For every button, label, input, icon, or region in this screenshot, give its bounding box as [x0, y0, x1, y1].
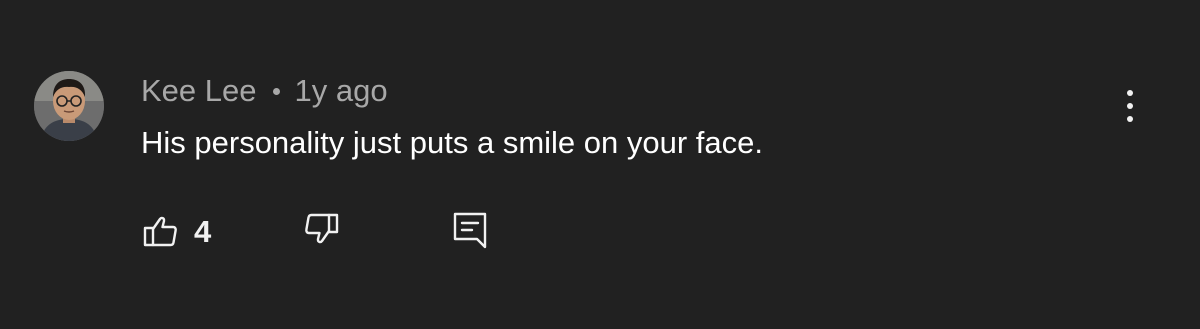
comment-timestamp: 1y ago — [294, 73, 388, 108]
more-vertical-icon-dot — [1127, 103, 1133, 109]
like-button[interactable]: 4 — [141, 208, 211, 256]
reply-comment-icon — [451, 209, 489, 256]
avatar[interactable] — [34, 71, 104, 141]
thumbs-down-icon — [303, 211, 341, 254]
more-options-button[interactable] — [1112, 86, 1148, 126]
more-vertical-icon — [1127, 90, 1133, 96]
comment-item: Kee Lee 1y ago His personality just puts… — [0, 0, 1200, 329]
thumbs-up-icon — [141, 211, 179, 254]
avatar-image — [34, 71, 104, 141]
separator-dot — [272, 87, 280, 95]
comment-meta: Kee Lee 1y ago — [141, 70, 388, 112]
author-name[interactable]: Kee Lee — [141, 73, 257, 109]
more-vertical-icon-dot — [1127, 116, 1133, 122]
like-count: 4 — [194, 214, 212, 249]
dislike-button[interactable] — [303, 208, 341, 256]
reply-button[interactable] — [451, 208, 489, 256]
comment-text: His personality just puts a smile on you… — [141, 125, 763, 160]
